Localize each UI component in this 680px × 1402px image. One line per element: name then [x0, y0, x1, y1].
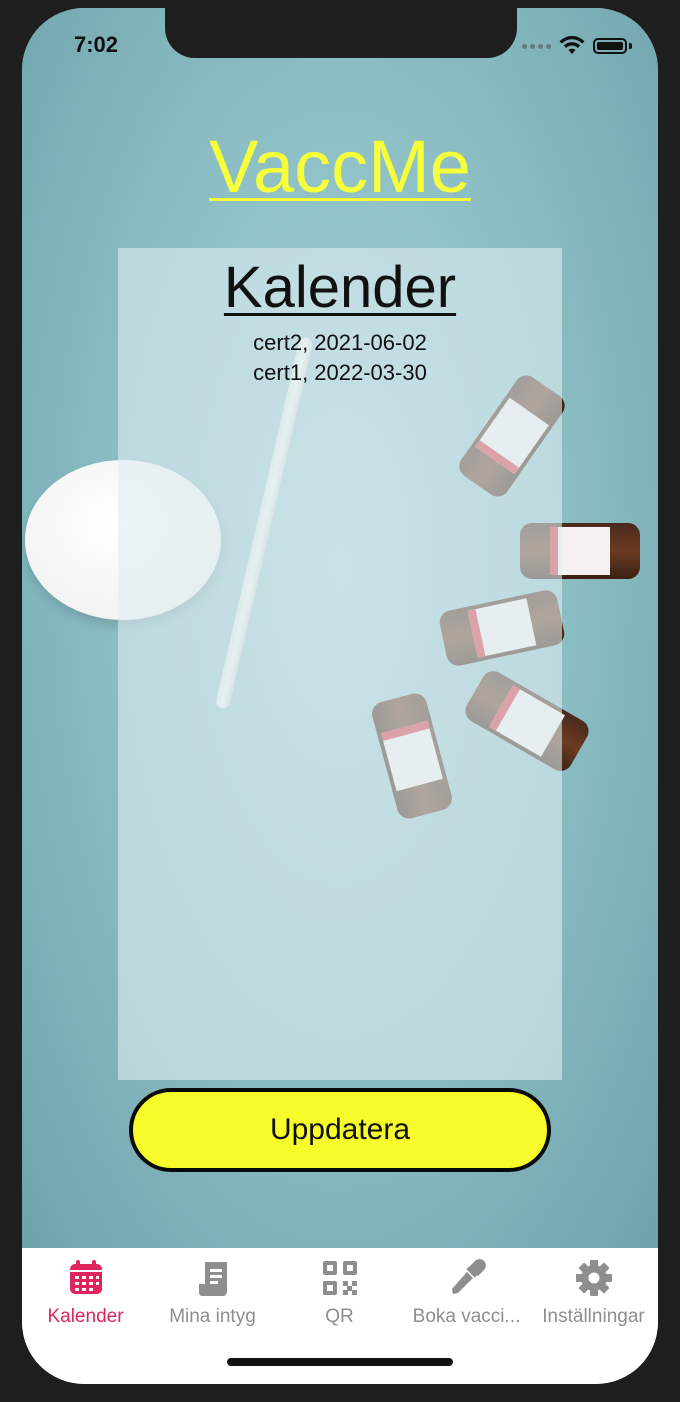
- tab-qr[interactable]: QR: [276, 1258, 403, 1328]
- cellular-signal-icon: [522, 43, 551, 49]
- tab-label: Kalender: [47, 1306, 124, 1327]
- update-button[interactable]: Uppdatera: [129, 1088, 551, 1172]
- home-indicator[interactable]: [227, 1358, 453, 1366]
- tab-kalender[interactable]: Kalender: [22, 1258, 149, 1328]
- phone-screen: 7:02 VaccMe Kalender cert2, 2021-06-02 c…: [22, 8, 658, 1384]
- app-title[interactable]: VaccMe: [22, 124, 658, 209]
- tab-label: Inställningar: [542, 1306, 645, 1327]
- calendar-entry: cert1, 2022-03-30: [253, 360, 427, 385]
- tab-label: Boka vacci...: [412, 1306, 521, 1327]
- calendar-icon: [69, 1260, 102, 1294]
- panel-title: Kalender: [223, 255, 457, 320]
- wifi-icon: [559, 36, 585, 54]
- battery-icon: [593, 38, 627, 54]
- calendar-entry-list: cert2, 2021-06-02 cert1, 2022-03-30: [118, 328, 562, 388]
- tab-label: QR: [325, 1306, 354, 1327]
- status-time: 7:02: [74, 32, 119, 57]
- calendar-entry: cert2, 2021-06-02: [253, 330, 427, 355]
- tab-installningar[interactable]: Inställningar: [530, 1258, 657, 1328]
- device-notch: [165, 8, 517, 58]
- status-icons: [522, 36, 632, 56]
- dropper-icon: [451, 1259, 486, 1294]
- receipt-icon: [198, 1262, 227, 1296]
- tab-label: Mina intyg: [169, 1306, 256, 1327]
- tab-mina-intyg[interactable]: Mina intyg: [149, 1258, 276, 1328]
- qr-code-icon: [322, 1261, 357, 1295]
- tab-boka-vaccin[interactable]: Boka vacci...: [403, 1258, 530, 1328]
- gear-icon: [575, 1260, 612, 1296]
- calendar-panel: Kalender cert2, 2021-06-02 cert1, 2022-0…: [118, 248, 562, 1080]
